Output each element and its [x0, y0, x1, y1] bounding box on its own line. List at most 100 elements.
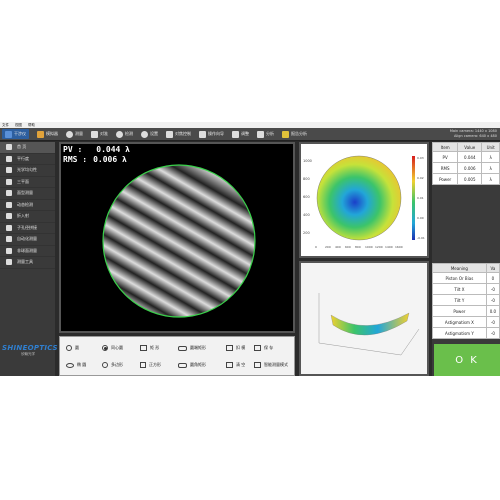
- menu-view[interactable]: 视图: [15, 123, 22, 128]
- summary-table: Item Value Unit PV 0.044 λ RMS 0.006 λ Power 0.…: [431, 142, 500, 185]
- smart-mode-icon: [254, 362, 261, 368]
- smart-mode-button[interactable]: 智能测量模式: [254, 361, 288, 369]
- clear-icon: [226, 362, 233, 368]
- x-tick: 600: [345, 245, 351, 249]
- square-icon: [140, 362, 146, 368]
- ok-button[interactable]: O K: [434, 344, 500, 376]
- shape-circle[interactable]: 圆: [66, 344, 79, 352]
- y-tick: 200: [303, 231, 310, 235]
- wavefront-disk: [316, 155, 402, 241]
- home-icon: [6, 144, 12, 151]
- concentric-radio-icon: [102, 345, 108, 351]
- table-row: RMS 0.006 λ: [431, 162, 500, 174]
- x-tick: 200: [325, 245, 331, 249]
- sidebar-item-parallelism[interactable]: 平行度: [0, 154, 55, 165]
- sidebar: 首 页 平行度 光学均匀性 三平面 面型测量 动态检测 折入射 子孔径拼接 自动…: [0, 142, 58, 376]
- colorbar-tick: -0.01: [417, 236, 425, 240]
- dynamic-icon: [6, 201, 12, 208]
- table-row: Tilt X -0: [432, 283, 500, 295]
- company-logo: SHINEOPTICS 欣翰光学: [2, 344, 58, 357]
- focus-icon: [166, 130, 173, 138]
- surface-icon: [6, 190, 12, 197]
- roi-controls: 圆 同心圆 矩 形 圆端矩形 扣 模 保 存 椭 圆 多边形 正方形 圆角矩形 …: [59, 336, 295, 376]
- shape-concentric[interactable]: 同心圆: [102, 344, 123, 352]
- logo-text: SHINEOPTICS: [2, 344, 58, 352]
- menu-help[interactable]: 帮助: [28, 123, 35, 128]
- shape-ellipse[interactable]: 椭 圆: [66, 361, 86, 369]
- wizard-icon: [199, 130, 206, 138]
- tool-detect[interactable]: 检测: [116, 129, 133, 139]
- shape-rectangle[interactable]: 矩 形: [140, 344, 159, 352]
- y-tick: 400: [303, 213, 310, 217]
- table-header: Item Value Unit: [431, 142, 500, 152]
- sidebar-item-stitching[interactable]: 子孔径拼接: [0, 223, 55, 234]
- automation-icon: [6, 236, 12, 243]
- homogeneity-icon: [6, 167, 12, 174]
- tool-align[interactable]: 对准: [91, 129, 108, 139]
- sidebar-item-homogeneity[interactable]: 光学均匀性: [0, 165, 55, 177]
- surface-3d-panel[interactable]: [299, 261, 429, 376]
- sidebar-item-automation[interactable]: 自动化测量: [0, 234, 55, 246]
- tools-icon: [6, 259, 12, 266]
- interferometer-icon: [5, 130, 12, 138]
- wavefront-map: 1000 800 600 400 200 0 200 400 600 800 1…: [303, 155, 425, 249]
- y-tick: 1000: [303, 159, 312, 163]
- colorbar-tick: 0.00: [417, 216, 424, 220]
- tool-simulator[interactable]: 模拟器: [37, 129, 58, 139]
- table-header: Meaning Va: [432, 263, 500, 273]
- tool-report[interactable]: 报告分析: [282, 129, 307, 139]
- zernike-table: Meaning Va Piston Or Bias 0 Tilt X -0 Tilt …: [432, 263, 500, 339]
- sidebar-item-aspheric[interactable]: 非球面测量: [0, 246, 55, 257]
- x-tick: 1400: [385, 245, 393, 249]
- adjust-icon: [232, 130, 239, 138]
- colorbar-tick: 0.01: [417, 196, 424, 200]
- shape-square[interactable]: 正方形: [140, 361, 161, 369]
- mask-button[interactable]: 扣 模: [226, 344, 245, 352]
- settings-icon: [141, 130, 148, 138]
- camera-status: Main camera: 1440 x 1080 Align camera: 6…: [450, 129, 497, 139]
- tool-wizard[interactable]: 操作向导: [199, 129, 224, 139]
- clear-button[interactable]: 清 空: [226, 361, 245, 369]
- sidebar-item-three-flat[interactable]: 三平面: [0, 177, 55, 188]
- table-row: PV 0.044 λ: [431, 151, 500, 163]
- interferogram-view[interactable]: PV :0.044 λ RMS :0.006 λ: [59, 142, 295, 333]
- color-bar: [412, 156, 415, 240]
- rounded-square-icon: [178, 362, 187, 368]
- tool-measure[interactable]: 测量: [66, 129, 83, 139]
- x-tick: 400: [335, 245, 341, 249]
- colorbar-tick: 0.02: [417, 176, 424, 180]
- save-button[interactable]: 保 存: [254, 344, 273, 352]
- align-camera-status: Align camera: 640 x 480: [453, 134, 497, 138]
- interferometer-app: 文件 视图 帮助 干涉仪 模拟器 测量 对准 检测 设置 对焦控制 操作向导 调…: [0, 122, 500, 376]
- x-tick: 0: [315, 245, 317, 249]
- save-icon: [254, 345, 261, 351]
- x-tick: 800: [355, 245, 361, 249]
- sidebar-item-incidence[interactable]: 折入射: [0, 211, 55, 223]
- sidebar-item-tools[interactable]: 测量工具: [0, 257, 55, 269]
- menu-file[interactable]: 文件: [2, 123, 9, 128]
- sidebar-item-dynamic[interactable]: 动态检测: [0, 200, 55, 211]
- tool-analysis[interactable]: 分析: [257, 129, 274, 139]
- logo-subtitle: 欣翰光学: [21, 352, 35, 356]
- tool-adjust[interactable]: 调整: [232, 129, 249, 139]
- shape-rounded-rect[interactable]: 圆端矩形: [178, 344, 206, 352]
- interferogram-image: [102, 164, 256, 318]
- tool-focus[interactable]: 对焦控制: [166, 129, 191, 139]
- detect-icon: [116, 130, 123, 138]
- shape-rounded-square[interactable]: 圆角矩形: [178, 361, 206, 369]
- table-row: Piston Or Bias 0: [432, 272, 500, 284]
- rounded-rect-icon: [178, 345, 187, 351]
- tool-settings[interactable]: 设置: [141, 129, 158, 139]
- sidebar-item-home[interactable]: 首 页: [0, 142, 55, 154]
- three-flat-icon: [6, 178, 12, 185]
- simulator-icon: [37, 130, 44, 138]
- table-row: Tilt Y -0: [432, 294, 500, 306]
- table-row: Power 0.005 λ: [431, 173, 500, 185]
- rectangle-icon: [140, 345, 147, 351]
- wavefront-map-panel[interactable]: 1000 800 600 400 200 0 200 400 600 800 1…: [299, 142, 429, 258]
- sidebar-item-surface[interactable]: 面型测量: [0, 188, 55, 200]
- tool-interferometer[interactable]: 干涉仪: [2, 129, 29, 139]
- parallelism-icon: [6, 155, 12, 162]
- shape-polygon[interactable]: 多边形: [102, 361, 123, 369]
- y-tick: 800: [303, 177, 310, 181]
